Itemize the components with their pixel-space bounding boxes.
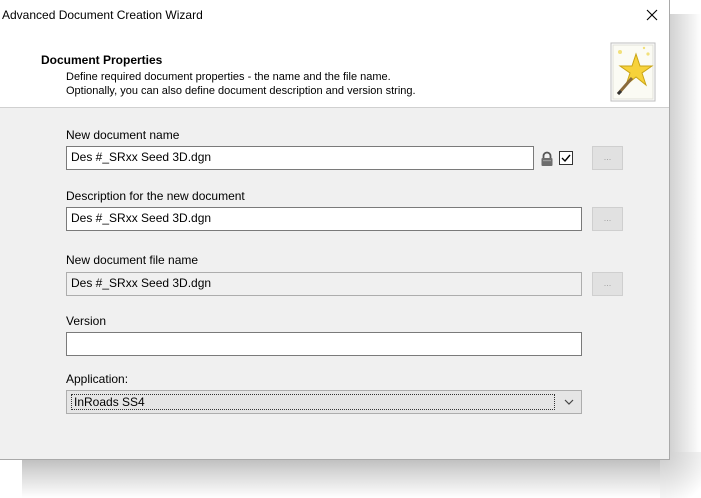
- application-label: Application:: [66, 372, 129, 386]
- document-name-browse-button[interactable]: ...: [592, 146, 623, 170]
- application-selected-value: InRoads SS4: [71, 394, 555, 410]
- version-label: Version: [66, 314, 107, 328]
- application-dropdown-button[interactable]: [557, 391, 581, 413]
- description-label: Description for the new document: [66, 189, 245, 203]
- document-name-label: New document name: [66, 128, 180, 142]
- version-input[interactable]: [66, 332, 582, 356]
- wizard-header: Document Properties Define required docu…: [0, 30, 669, 108]
- document-name-input[interactable]: Des #_SRxx Seed 3D.dgn: [66, 146, 534, 170]
- application-select[interactable]: InRoads SS4: [66, 390, 582, 414]
- description-input[interactable]: Des #_SRxx Seed 3D.dgn: [66, 207, 582, 231]
- page-title: Document Properties: [41, 53, 163, 67]
- chevron-down-icon: [564, 399, 574, 405]
- description-line-2: Optionally, you can also define document…: [66, 85, 416, 97]
- close-button[interactable]: [640, 4, 664, 26]
- file-name-browse-button[interactable]: ...: [592, 272, 623, 296]
- wizard-dialog: Advanced Document Creation Wizard Docume…: [0, 0, 670, 460]
- close-icon: [646, 9, 658, 21]
- page-description: Define required document properties - th…: [66, 70, 416, 98]
- lock-name-checkbox[interactable]: [558, 150, 574, 166]
- file-name-input[interactable]: Des #_SRxx Seed 3D.dgn: [66, 272, 582, 296]
- window-title: Advanced Document Creation Wizard: [2, 8, 203, 22]
- wizard-wand-star-icon: [610, 42, 656, 102]
- lock-icon[interactable]: [540, 151, 554, 167]
- title-bar: Advanced Document Creation Wizard: [0, 0, 669, 30]
- window-shadow-bottom: [22, 458, 701, 498]
- window-shadow-right: [668, 14, 701, 470]
- description-browse-button[interactable]: ...: [592, 207, 623, 231]
- file-name-label: New document file name: [66, 253, 199, 267]
- description-line-1: Define required document properties - th…: [66, 71, 391, 83]
